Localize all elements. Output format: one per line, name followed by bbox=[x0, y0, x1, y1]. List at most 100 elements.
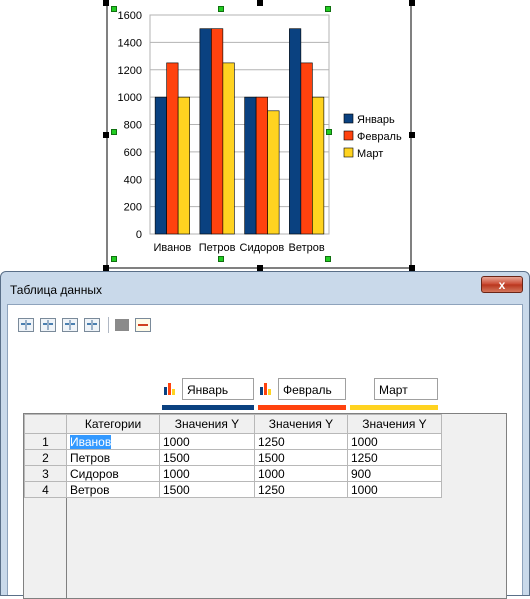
series-name-input[interactable]: Январь bbox=[182, 378, 254, 400]
table-cell[interactable]: 1000 bbox=[254, 465, 348, 482]
y-tick-label: 1400 bbox=[118, 37, 142, 49]
dialog-client-area: Январь Февраль Март Категории Значения Y… bbox=[7, 304, 523, 599]
insert-column-icon[interactable] bbox=[40, 318, 56, 332]
header-row: Категории Значения Y Значения Y Значения… bbox=[24, 414, 442, 434]
selection-handle[interactable] bbox=[325, 256, 331, 262]
legend-label: Февраль bbox=[357, 131, 402, 143]
table-cell[interactable]: Ветров bbox=[66, 481, 160, 498]
series-name-input[interactable]: Февраль bbox=[278, 378, 346, 400]
x-tick-label: Иванов bbox=[153, 242, 191, 254]
table-cell[interactable]: 1000 bbox=[347, 481, 442, 498]
bar bbox=[211, 28, 224, 235]
corner-cell[interactable] bbox=[24, 414, 67, 434]
series-color-bar bbox=[350, 405, 438, 410]
selection-handle[interactable] bbox=[326, 129, 332, 135]
table-cell[interactable]: 1500 bbox=[159, 449, 255, 466]
table-row: 2 Петров 1500 1500 1250 bbox=[24, 449, 442, 466]
close-icon: x bbox=[498, 277, 506, 292]
legend-label: Январь bbox=[357, 114, 395, 126]
selection-handle[interactable] bbox=[111, 129, 117, 135]
row-number[interactable]: 1 bbox=[24, 433, 67, 450]
bar bbox=[289, 28, 302, 235]
bar bbox=[244, 96, 257, 235]
y-tick-label: 1000 bbox=[118, 92, 142, 104]
bar bbox=[312, 96, 325, 235]
chart-frame[interactable]: 0 200 400 600 800 1000 1200 1400 1600 Иванов Петро… bbox=[106, 0, 412, 269]
insert-row-icon[interactable] bbox=[18, 318, 34, 332]
row-number[interactable]: 2 bbox=[24, 449, 67, 466]
bar bbox=[177, 96, 190, 235]
table-row: 1 Иванов 1000 1250 1000 bbox=[24, 433, 442, 450]
table-cell[interactable]: 1000 bbox=[347, 433, 442, 450]
bar bbox=[222, 62, 235, 235]
toolbar-separator bbox=[108, 317, 109, 333]
column-header-categories[interactable]: Категории bbox=[66, 414, 160, 434]
selection-handle[interactable] bbox=[409, 0, 415, 6]
table-row: 4 Ветров 1500 1250 1000 bbox=[24, 481, 442, 498]
bar bbox=[166, 62, 179, 235]
delete-row-icon[interactable] bbox=[62, 318, 78, 332]
table-cell[interactable]: 1250 bbox=[347, 449, 442, 466]
selection-handle[interactable] bbox=[325, 6, 331, 12]
series-color-bar bbox=[258, 405, 346, 410]
table-cell[interactable]: 1250 bbox=[254, 433, 348, 450]
y-tick-label: 1200 bbox=[118, 65, 142, 77]
y-tick-label: 800 bbox=[124, 120, 142, 132]
swap-data-icon[interactable] bbox=[135, 318, 151, 332]
legend-swatch bbox=[343, 113, 354, 124]
x-tick-label: Петров bbox=[199, 242, 236, 254]
legend-label: Март bbox=[357, 148, 383, 160]
selection-handle[interactable] bbox=[111, 6, 117, 12]
series-header-2: Февраль bbox=[258, 378, 346, 410]
table-cell[interactable]: 1500 bbox=[254, 449, 348, 466]
series-name-input[interactable]: Март bbox=[374, 378, 438, 400]
y-tick-label: 600 bbox=[124, 147, 142, 159]
selection-handle[interactable] bbox=[103, 0, 109, 6]
selection-handle[interactable] bbox=[218, 6, 224, 12]
data-table-dialog: Таблица данных x Январь Февраль Март Кат… bbox=[0, 271, 530, 599]
toolbar bbox=[18, 315, 151, 335]
selection-handle[interactable] bbox=[409, 132, 415, 138]
bar bbox=[300, 62, 313, 235]
table-cell[interactable]: Сидоров bbox=[66, 465, 160, 482]
bar bbox=[199, 28, 212, 235]
selection-handle[interactable] bbox=[111, 256, 117, 262]
table-cell[interactable]: Петров bbox=[66, 449, 160, 466]
x-tick-label: Ветров bbox=[289, 242, 325, 254]
chart-series-icon bbox=[258, 381, 274, 397]
selection-handle[interactable] bbox=[218, 256, 224, 262]
column-header-values-y[interactable]: Значения Y bbox=[254, 414, 348, 434]
chart-series-icon bbox=[162, 381, 178, 397]
dialog-title: Таблица данных bbox=[10, 283, 102, 297]
column-header-values-y[interactable]: Значения Y bbox=[159, 414, 255, 434]
selection-handle[interactable] bbox=[103, 132, 109, 138]
text-format-icon[interactable] bbox=[115, 319, 129, 331]
row-number[interactable]: 4 bbox=[24, 481, 67, 498]
table-cell[interactable]: 900 bbox=[347, 465, 442, 482]
table-cell[interactable]: 1000 bbox=[159, 465, 255, 482]
bar bbox=[267, 110, 280, 235]
row-number[interactable]: 3 bbox=[24, 465, 67, 482]
close-button[interactable]: x bbox=[481, 276, 523, 293]
column-header-values-y[interactable]: Значения Y bbox=[347, 414, 442, 434]
series-color-bar bbox=[162, 405, 254, 410]
delete-column-icon[interactable] bbox=[84, 318, 100, 332]
bar bbox=[255, 96, 268, 235]
series-header-3: Март bbox=[350, 378, 438, 410]
y-tick-label: 1600 bbox=[118, 10, 142, 22]
y-tick-label: 400 bbox=[124, 174, 142, 186]
data-grid[interactable]: Категории Значения Y Значения Y Значения… bbox=[23, 413, 507, 599]
table-cell[interactable]: 1250 bbox=[254, 481, 348, 498]
series-header-1: Январь bbox=[162, 378, 254, 410]
bar-chart: 0 200 400 600 800 1000 1200 1400 1600 Иванов Петро… bbox=[118, 10, 402, 254]
legend-swatch bbox=[343, 130, 354, 141]
y-tick-label: 200 bbox=[124, 202, 142, 214]
selection-handle[interactable] bbox=[257, 0, 263, 6]
data-table: Категории Значения Y Значения Y Значения… bbox=[24, 414, 442, 498]
table-cell[interactable]: 1500 bbox=[159, 481, 255, 498]
bar bbox=[154, 96, 167, 235]
legend-swatch bbox=[343, 147, 354, 158]
table-cell[interactable]: Иванов bbox=[66, 433, 160, 450]
selected-cell-text: Иванов bbox=[70, 434, 112, 449]
table-cell[interactable]: 1000 bbox=[159, 433, 255, 450]
